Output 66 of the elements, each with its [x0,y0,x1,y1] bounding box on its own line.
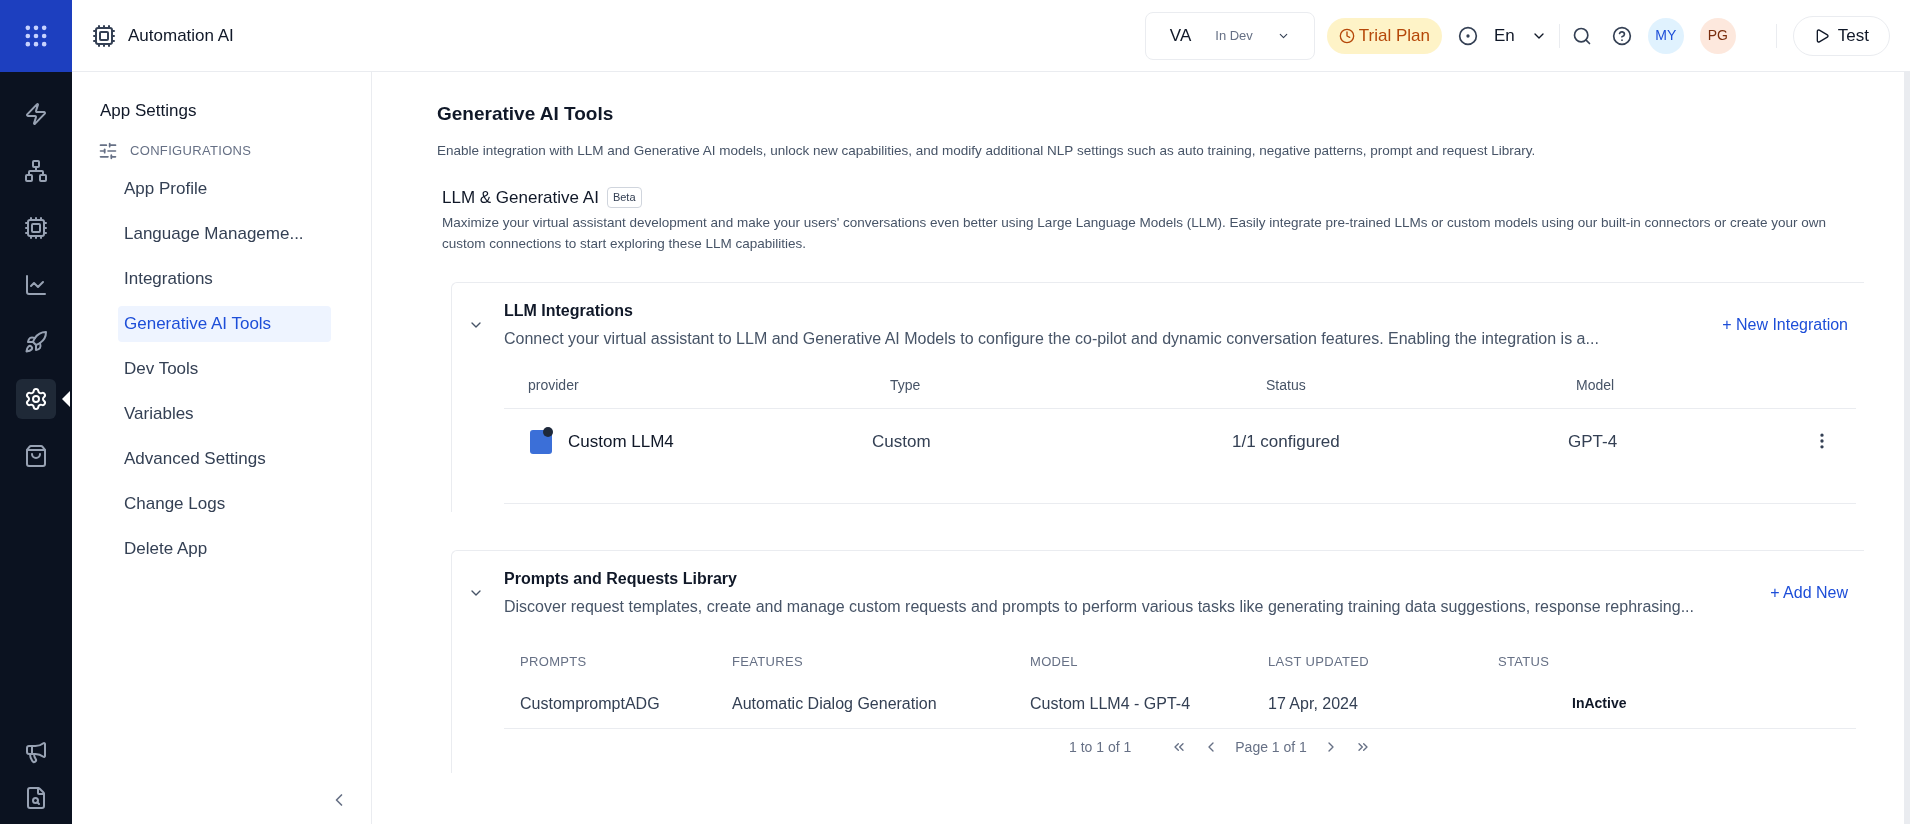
megaphone-icon[interactable] [24,740,48,764]
record-icon[interactable] [1458,25,1478,46]
chart-icon [24,273,48,297]
settings-nav-item[interactable]: Dev Tools [118,350,331,387]
app-name: Automation AI [128,24,234,47]
document-search-icon[interactable] [24,786,48,810]
settings-icon [24,387,48,411]
chip-icon [24,216,48,240]
bag-icon [24,444,48,468]
section-title: LLM Integrations [504,301,634,322]
section-description: Connect your virtual assistant to LLM and Generative AI Models to configure the co-pilot and dynamic conversation features. Enabling the integration is a... [504,329,1600,350]
page-range: 1 to 1 of 1 [1069,737,1132,757]
section-title: Prompts and Requests Library [504,569,738,590]
section-label: CONFIGURATIONS [130,141,252,160]
page-title: Generative AI Tools [437,102,615,126]
column-header: FEATURES [731,652,804,671]
column-header: LAST UPDATED [1267,652,1370,671]
table-cell-text: 17 Apr, 2024 [1267,693,1359,714]
table-cell-text: Custom LLM4 - GPT-4 [1029,693,1192,714]
settings-nav-item[interactable]: Advanced Settings [118,440,331,477]
user-avatar[interactable]: PG [1699,17,1736,54]
user-avatar[interactable]: MY [1647,17,1684,54]
plan-badge[interactable]: Trial Plan [1326,17,1442,54]
clock-icon [1338,27,1355,44]
chip-icon [92,23,116,48]
settings-nav-item[interactable]: Integrations [118,260,331,297]
table-cell-text: Custom LLM4 [568,430,674,453]
add-link[interactable]: + New Integration [1722,313,1848,338]
bolt-icon [24,102,48,126]
page-indicator: Page 1 of 1 [1235,737,1307,757]
environment-dropdown[interactable]: VA In Dev [1144,11,1315,60]
column-header: Status [1265,376,1307,396]
table-cell-text: CustompromptADG [519,693,661,714]
sliders-icon [98,140,118,161]
settings-nav-item[interactable]: Language Manageme... [118,215,331,252]
column-header: Model [1575,376,1616,396]
settings-nav-item[interactable]: Change Logs [118,485,331,522]
help-icon[interactable] [1611,25,1632,46]
table-cell-text: GPT-4 [1568,430,1618,453]
panel-title: App Settings [100,100,198,122]
page-description: Enable integration with LLM and Generative AI models, unlock new capabilities, and modify additional NLP settings such as auto training, negative patterns, prompt and request Library. [437,141,1537,160]
hierarchy-icon [24,159,48,183]
status-cell-text: InActive [1571,694,1628,714]
settings-nav-item[interactable]: Delete App [118,530,331,567]
active-pointer-icon [62,391,70,407]
table-cell-text: 1/1 configured [1231,430,1341,453]
settings-nav-item[interactable]: Variables [118,395,331,432]
llm-title: LLM & Generative AI [442,186,599,209]
column-header: Type [889,376,922,396]
rocket-icon [24,330,48,354]
llm-description: Maximize your virtual assistant development and make your users' conversations even better using Large Language Models (LLM). Easily integrate pre-trained LLMs or custom models using our built-in connectors or create your own custom connections to start exploring these LLM capabilities. [442,214,1827,254]
column-header: MODEL [1029,652,1079,671]
table-cell-text: Custom [871,430,932,453]
column-header: STATUS [1497,652,1551,671]
beta-badge: Beta [606,187,642,208]
app-launcher[interactable] [0,0,72,72]
column-header: PROMPTS [519,652,588,671]
table-cell-text: Automatic Dialog Generation [731,693,938,714]
add-link[interactable]: + Add New [1770,581,1848,606]
model-logo-icon [528,426,556,457]
settings-nav-item[interactable]: App Profile [118,170,331,207]
section-description: Discover request templates, create and manage custom requests and prompts to perform various tasks like generating training data suggestions, response rephrasing... [504,597,1695,618]
search-icon[interactable] [1571,25,1592,46]
language-dropdown[interactable]: En [1494,22,1547,49]
column-header: provider [527,376,580,396]
settings-nav-item[interactable]: Generative AI Tools [118,305,331,342]
